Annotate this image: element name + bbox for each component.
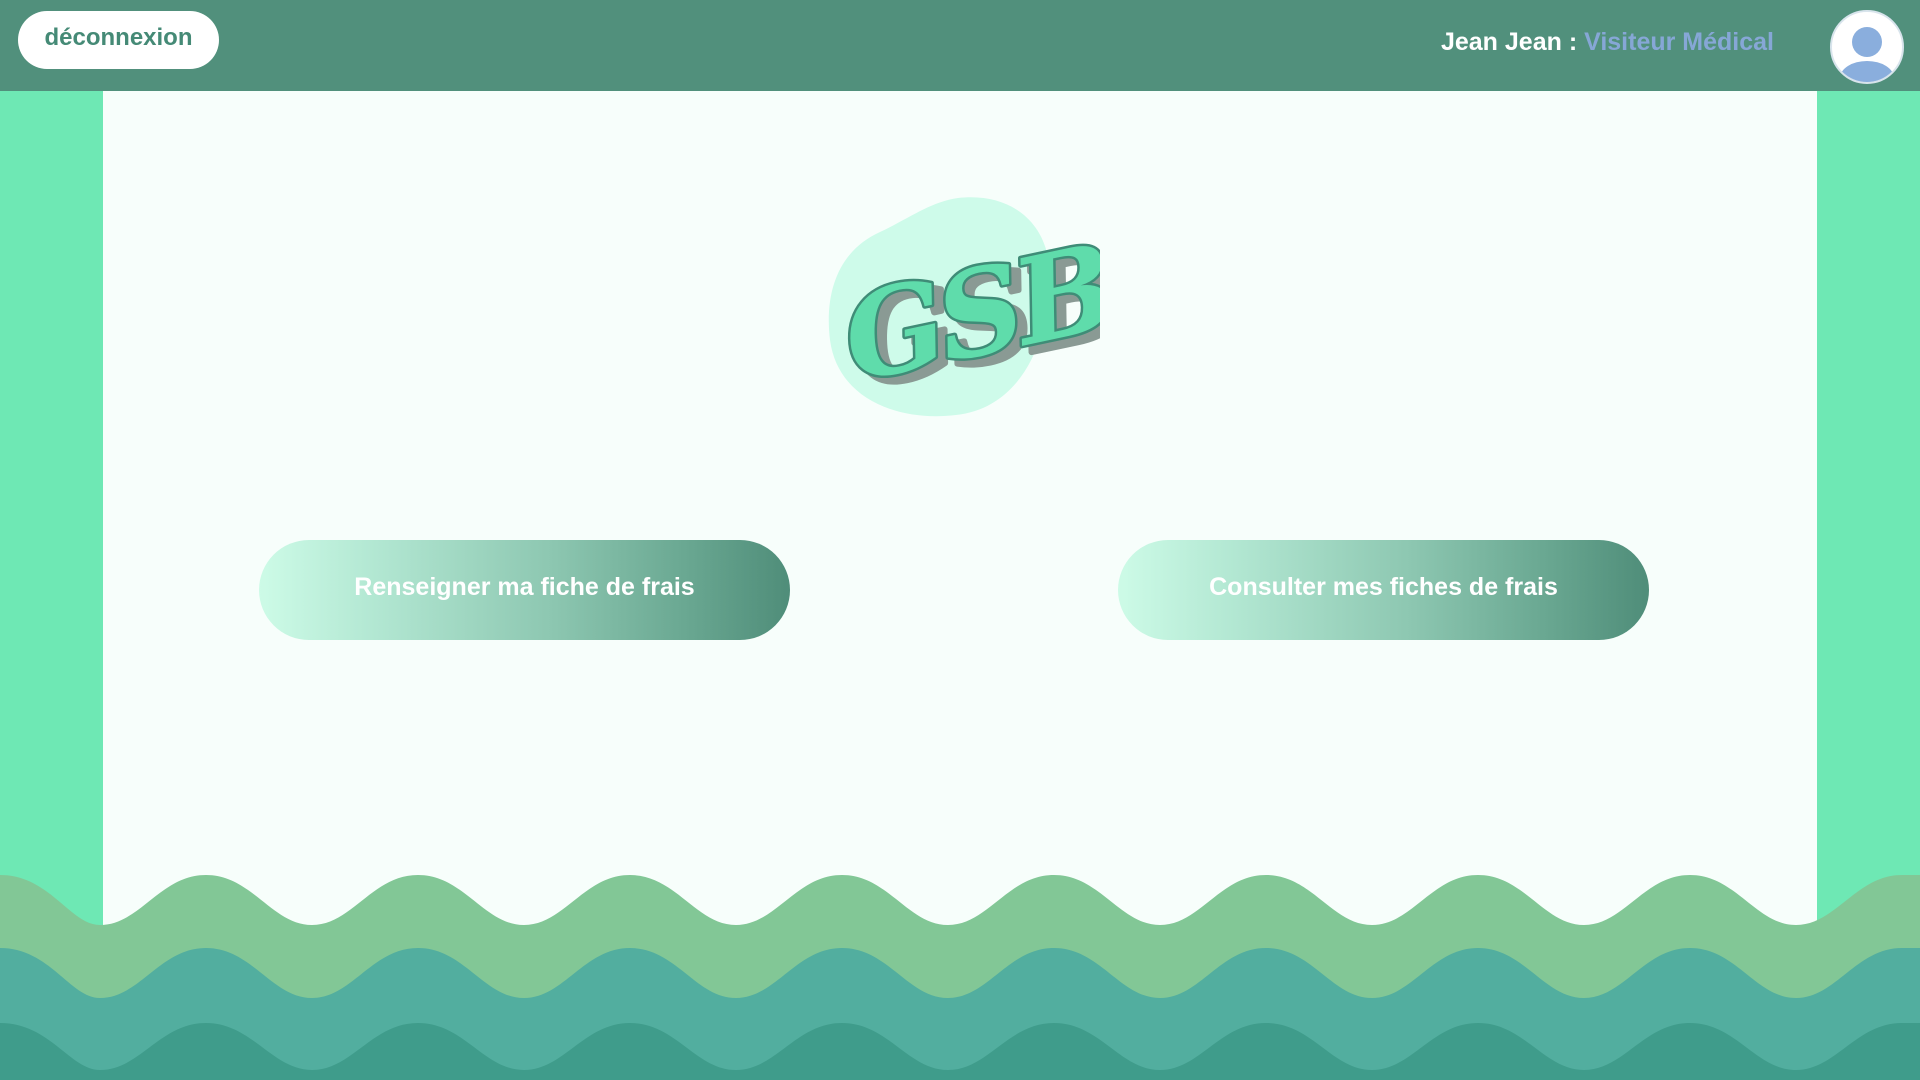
avatar[interactable] <box>1830 10 1904 84</box>
user-role: Visiteur Médical <box>1584 28 1774 56</box>
user-name: Jean Jean <box>1440 28 1562 56</box>
gsb-logo: GSB GSB <box>828 197 1100 418</box>
view-expense-forms-button[interactable]: Consulter mes fiches de frais <box>1118 540 1649 640</box>
logout-button[interactable]: déconnexion <box>18 11 219 69</box>
fill-expense-form-button[interactable]: Renseigner ma fiche de frais <box>259 540 790 640</box>
user-separator: : <box>1561 28 1585 56</box>
decorative-waves <box>0 875 1920 1080</box>
user-info: Jean Jean : Visiteur Médical <box>1441 28 1774 57</box>
user-avatar-icon <box>1840 27 1894 82</box>
top-bar: déconnexion Jean Jean : Visiteur Médical <box>0 0 1920 91</box>
